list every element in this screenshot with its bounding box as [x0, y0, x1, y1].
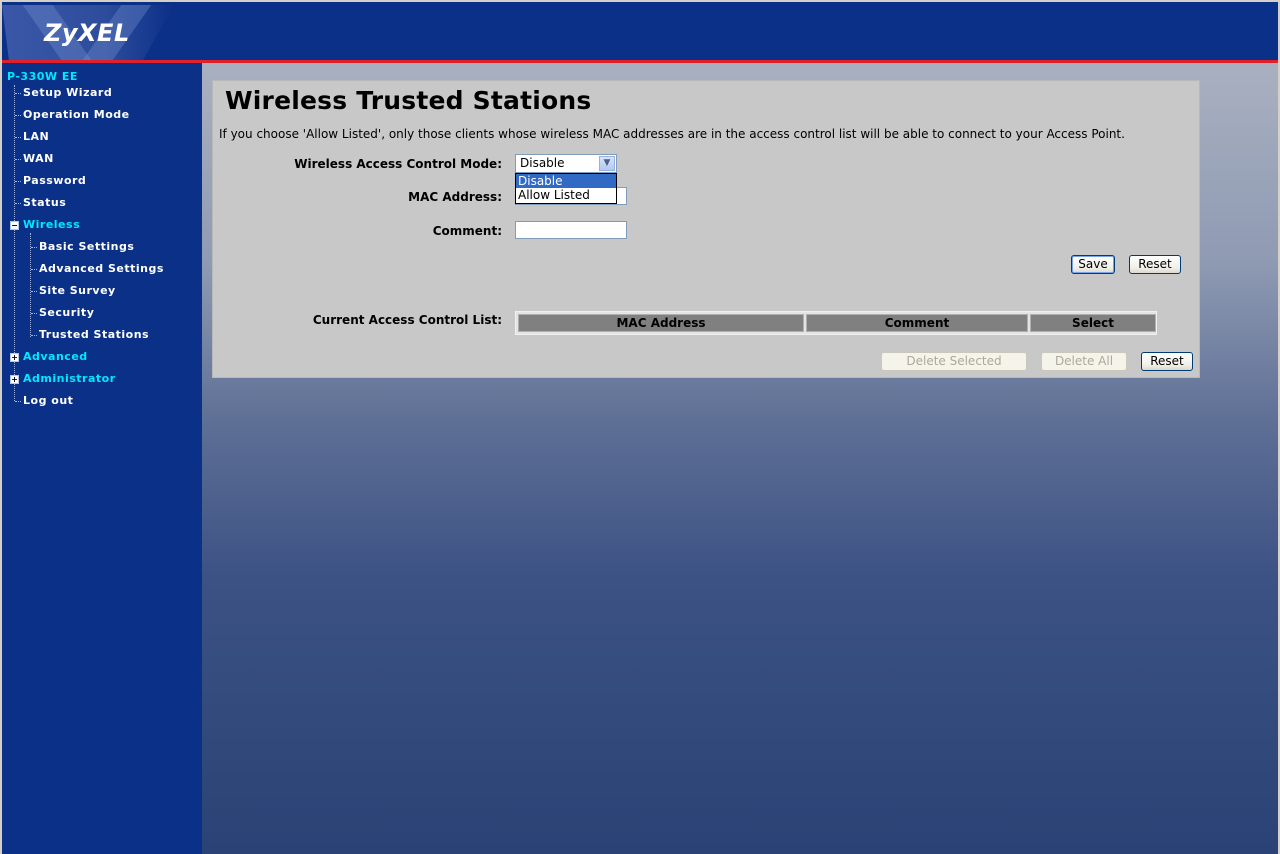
tree-tick: [31, 313, 37, 314]
sidebar-item-label: Wireless: [23, 218, 81, 231]
sidebar-item-label: Advanced: [23, 350, 88, 363]
sidebar-item-label: Log out: [23, 394, 74, 407]
sidebar-item-administrator[interactable]: Administrator: [23, 372, 116, 385]
sidebar-item-label: Basic Settings: [39, 240, 135, 253]
current-list-label: Current Access Control List:: [312, 313, 502, 327]
expand-icon[interactable]: +: [10, 353, 19, 362]
tree-tick: [15, 203, 21, 204]
sidebar-item-advanced[interactable]: Advanced: [23, 350, 88, 363]
delete-all-button[interactable]: Delete All: [1041, 352, 1127, 371]
sidebar-item-wan[interactable]: WAN: [15, 152, 54, 165]
column-header-comment: Comment: [806, 314, 1028, 332]
select-value: Disable: [520, 156, 565, 170]
page-description: If you choose 'Allow Listed', only those…: [219, 127, 1125, 141]
collapse-icon[interactable]: −: [10, 221, 19, 230]
column-header-mac: MAC Address: [518, 314, 804, 332]
sidebar-item-status[interactable]: Status: [15, 196, 67, 209]
tree-sub-line: [30, 233, 31, 337]
browser-page: ZyXEL P-330W EE Setup Wizard Operation M…: [2, 2, 1278, 854]
device-model: P-330W EE: [7, 70, 78, 83]
sidebar-item-basic-settings[interactable]: Basic Settings: [31, 240, 135, 253]
sidebar-item-password[interactable]: Password: [15, 174, 87, 187]
tree-tick: [15, 181, 21, 182]
sidebar-item-log-out[interactable]: Log out: [15, 394, 74, 407]
sidebar-item-label: Operation Mode: [23, 108, 130, 121]
sidebar-item-label: Status: [23, 196, 67, 209]
sidebar-item-site-survey[interactable]: Site Survey: [31, 284, 116, 297]
tree-tick: [31, 291, 37, 292]
comment-input[interactable]: [515, 221, 627, 239]
mode-label: Wireless Access Control Mode:: [294, 157, 502, 171]
sidebar-item-label: Setup Wizard: [23, 86, 113, 99]
sidebar-item-operation-mode[interactable]: Operation Mode: [15, 108, 130, 121]
header-bar: ZyXEL: [2, 2, 1278, 60]
sidebar-item-setup-wizard[interactable]: Setup Wizard: [15, 86, 113, 99]
page-title: Wireless Trusted Stations: [225, 86, 592, 115]
sidebar-item-lan[interactable]: LAN: [15, 130, 50, 143]
sidebar-item-label: Advanced Settings: [39, 262, 164, 275]
column-header-select: Select: [1030, 314, 1156, 332]
reset-list-button[interactable]: Reset: [1141, 352, 1193, 371]
main-content: Wireless Trusted Stations If you choose …: [202, 63, 1278, 854]
sidebar-item-label: Site Survey: [39, 284, 116, 297]
sidebar-item-wireless[interactable]: Wireless: [23, 218, 80, 231]
mac-address-label: MAC Address:: [408, 190, 502, 204]
tree-tick: [31, 269, 37, 270]
delete-selected-button[interactable]: Delete Selected: [881, 352, 1027, 371]
access-control-mode-select[interactable]: Disable ▼: [515, 154, 617, 173]
reset-button[interactable]: Reset: [1129, 255, 1181, 274]
sidebar-item-security[interactable]: Security: [31, 306, 95, 319]
tree-tick: [31, 335, 37, 336]
option-disable[interactable]: Disable: [516, 174, 616, 188]
tree-tick: [15, 115, 21, 116]
comment-label: Comment:: [432, 224, 502, 238]
tree-tick: [15, 93, 21, 94]
access-control-table: MAC Address Comment Select: [515, 311, 1157, 335]
zyxel-logo: ZyXEL: [44, 19, 130, 47]
sidebar-item-label: Administrator: [23, 372, 116, 385]
sidebar-nav: P-330W EE Setup Wizard Operation Mode LA…: [2, 63, 202, 854]
tree-tick: [31, 247, 37, 248]
sidebar-item-label: WAN: [23, 152, 54, 165]
sidebar-item-label: Security: [39, 306, 95, 319]
sidebar-item-advanced-settings[interactable]: Advanced Settings: [31, 262, 164, 275]
sidebar-item-label: Trusted Stations: [39, 328, 150, 341]
tree-tick: [15, 137, 21, 138]
chevron-down-icon[interactable]: ▼: [599, 156, 615, 171]
tree-tick: [15, 401, 21, 402]
expand-icon[interactable]: +: [10, 375, 19, 384]
tree-tick: [15, 159, 21, 160]
sidebar-item-label: Password: [23, 174, 87, 187]
sidebar-item-label: LAN: [23, 130, 50, 143]
sidebar-item-trusted-stations[interactable]: Trusted Stations: [31, 328, 150, 341]
settings-panel: Wireless Trusted Stations If you choose …: [212, 80, 1200, 378]
option-allow-listed[interactable]: Allow Listed: [516, 188, 616, 202]
mode-dropdown-list: Disable Allow Listed: [515, 173, 617, 204]
save-button[interactable]: Save: [1071, 255, 1115, 274]
